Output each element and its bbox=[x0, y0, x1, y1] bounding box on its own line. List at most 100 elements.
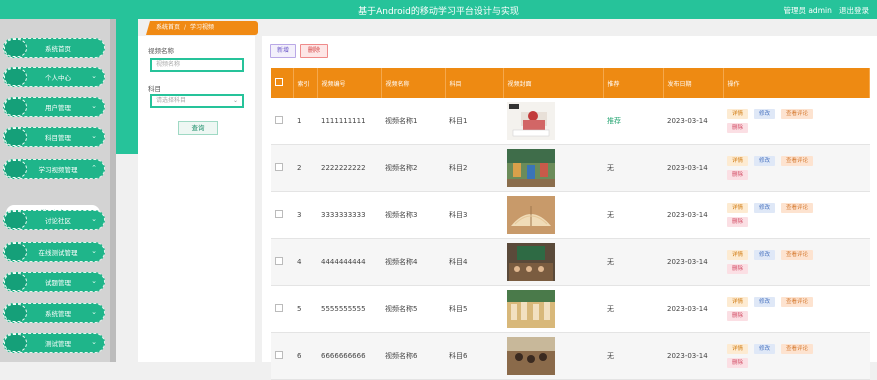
row-index: 3 bbox=[293, 191, 317, 239]
col-recommend: 推荐 bbox=[603, 68, 664, 98]
sidebar-item-label: 系统管理 bbox=[45, 310, 71, 318]
row-checkbox[interactable] bbox=[275, 351, 283, 359]
view-comments-button[interactable]: 查看评论 bbox=[781, 109, 814, 119]
chevron-down-icon: ⌄ bbox=[91, 102, 97, 110]
row-checkbox[interactable] bbox=[275, 163, 283, 171]
row-delete-button[interactable]: 删除 bbox=[727, 264, 749, 274]
sidebar-item-tests[interactable]: 测试管理 ⌄ bbox=[3, 333, 105, 353]
view-comments-button[interactable]: 查看评论 bbox=[781, 344, 814, 354]
edit-button[interactable]: 修改 bbox=[754, 250, 776, 260]
row-checkbox[interactable] bbox=[275, 257, 283, 265]
select-all-checkbox[interactable] bbox=[275, 78, 283, 86]
row-delete-button[interactable]: 删除 bbox=[727, 358, 749, 368]
cover-thumbnail[interactable] bbox=[507, 337, 555, 375]
logout-link[interactable]: 退出登录 bbox=[839, 6, 869, 15]
sidebar-item-label: 个人中心 bbox=[45, 74, 71, 82]
row-recommend: 无 bbox=[603, 238, 663, 286]
row-cover bbox=[503, 98, 603, 145]
select-all-cell[interactable] bbox=[271, 68, 294, 98]
row-delete-button[interactable]: 删除 bbox=[727, 170, 749, 180]
chevron-down-icon: ⌄ bbox=[232, 97, 238, 104]
sidebar-item-video-management[interactable]: 学习视频管理 ⌃ bbox=[3, 159, 105, 179]
row-name: 视频名称3 bbox=[381, 191, 445, 239]
row-recommend: 无 bbox=[603, 144, 663, 192]
detail-button[interactable]: 详情 bbox=[727, 203, 749, 213]
row-delete-button[interactable]: 删除 bbox=[727, 217, 749, 227]
row-index: 2 bbox=[293, 144, 317, 192]
sidebar-item-profile[interactable]: 个人中心 ⌄ bbox=[3, 67, 105, 87]
row-code: 2222222222 bbox=[317, 144, 381, 192]
view-comments-button[interactable]: 查看评论 bbox=[781, 156, 814, 166]
add-button[interactable]: 新增 bbox=[270, 44, 296, 58]
row-code: 6666666666 bbox=[317, 332, 381, 380]
row-actions: 详情 修改 查看评论 删除 bbox=[723, 144, 870, 192]
user-label: 管理员 admin bbox=[783, 6, 832, 15]
view-comments-button[interactable]: 查看评论 bbox=[781, 250, 814, 260]
row-actions: 详情 修改 查看评论 删除 bbox=[723, 98, 870, 145]
breadcrumb-home[interactable]: 系统首页 bbox=[156, 24, 180, 31]
row-name: 视频名称5 bbox=[381, 285, 445, 333]
cover-thumbnail[interactable] bbox=[507, 290, 555, 328]
cover-thumbnail[interactable] bbox=[507, 102, 555, 140]
row-index: 6 bbox=[293, 332, 317, 380]
detail-button[interactable]: 详情 bbox=[727, 156, 749, 166]
chevron-down-icon: ⌄ bbox=[91, 247, 97, 255]
row-date: 2023-03-14 bbox=[663, 332, 723, 380]
sidebar-item-questions[interactable]: 试题管理 ⌄ bbox=[3, 272, 105, 292]
row-checkbox[interactable] bbox=[275, 304, 283, 312]
row-cover bbox=[503, 144, 603, 192]
chevron-down-icon: ⌄ bbox=[91, 277, 97, 285]
sidebar-item-online-test[interactable]: 在线测试管理 ⌄ bbox=[3, 242, 105, 262]
row-name: 视频名称4 bbox=[381, 238, 445, 286]
sidebar-item-system[interactable]: 系统管理 ⌄ bbox=[3, 303, 105, 323]
query-button[interactable]: 查询 bbox=[178, 121, 218, 135]
sidebar-item-label: 测试管理 bbox=[45, 340, 71, 348]
cover-thumbnail[interactable] bbox=[507, 149, 555, 187]
row-checkbox[interactable] bbox=[275, 210, 283, 218]
sidebar-item-label: 在线测试管理 bbox=[38, 249, 78, 257]
col-actions: 操作 bbox=[723, 68, 870, 98]
sidebar-item-users[interactable]: 用户管理 ⌄ bbox=[3, 97, 105, 117]
view-comments-button[interactable]: 查看评论 bbox=[781, 203, 814, 213]
edit-button[interactable]: 修改 bbox=[754, 109, 776, 119]
row-recommend: 推荐 bbox=[603, 98, 663, 145]
video-name-input[interactable]: 视频名称 bbox=[150, 58, 244, 72]
decorative-band bbox=[116, 19, 138, 154]
sidebar-item-subjects[interactable]: 科目管理 ⌄ bbox=[3, 127, 105, 147]
breadcrumb-current: 学习视频 bbox=[190, 24, 215, 31]
detail-button[interactable]: 详情 bbox=[727, 250, 749, 260]
edit-button[interactable]: 修改 bbox=[754, 203, 776, 213]
row-date: 2023-03-14 bbox=[663, 238, 723, 286]
table-row: 2 2222222222 视频名称2 科目2 无 2023-03-14 详情 修… bbox=[271, 144, 870, 192]
table-row: 4 4444444444 视频名称4 科目4 无 2023-03-14 详情 修… bbox=[271, 238, 870, 286]
row-actions: 详情 修改 查看评论 删除 bbox=[723, 238, 870, 286]
view-comments-button[interactable]: 查看评论 bbox=[781, 297, 814, 307]
chevron-down-icon: ⌄ bbox=[91, 132, 97, 140]
filter-panel: 视频名称 视频名称 科目 请选择科目 ⌄ 查询 bbox=[138, 36, 255, 362]
chevron-down-icon: ⌄ bbox=[91, 215, 97, 223]
row-delete-button[interactable]: 删除 bbox=[727, 311, 749, 321]
row-date: 2023-03-14 bbox=[663, 144, 723, 192]
col-subject: 科目 bbox=[445, 68, 504, 98]
row-cover bbox=[503, 332, 603, 380]
row-name: 视频名称6 bbox=[381, 332, 445, 380]
subject-select[interactable]: 请选择科目 ⌄ bbox=[150, 94, 244, 108]
detail-button[interactable]: 详情 bbox=[727, 109, 749, 119]
edit-button[interactable]: 修改 bbox=[754, 344, 776, 354]
edit-button[interactable]: 修改 bbox=[754, 156, 776, 166]
cover-thumbnail[interactable] bbox=[507, 196, 555, 234]
table-header-row: 索引 视频编号 视频名称 科目 视频封面 推荐 发布日期 操作 bbox=[271, 68, 870, 98]
cover-thumbnail[interactable] bbox=[507, 243, 555, 281]
row-delete-button[interactable]: 删除 bbox=[727, 123, 749, 133]
detail-button[interactable]: 详情 bbox=[727, 297, 749, 307]
row-name: 视频名称2 bbox=[381, 144, 445, 192]
delete-button[interactable]: 删除 bbox=[300, 44, 328, 58]
edit-button[interactable]: 修改 bbox=[754, 297, 776, 307]
row-checkbox[interactable] bbox=[275, 116, 283, 124]
sidebar-item-community[interactable]: 讨论社区 ⌄ bbox=[3, 210, 105, 230]
sidebar-item-home[interactable]: 系统首页 bbox=[3, 38, 105, 58]
row-cover bbox=[503, 191, 603, 239]
sidebar-item-label: 用户管理 bbox=[45, 104, 71, 112]
detail-button[interactable]: 详情 bbox=[727, 344, 749, 354]
table-row: 5 5555555555 视频名称5 科目5 无 2023-03-14 详情 修… bbox=[271, 285, 870, 333]
